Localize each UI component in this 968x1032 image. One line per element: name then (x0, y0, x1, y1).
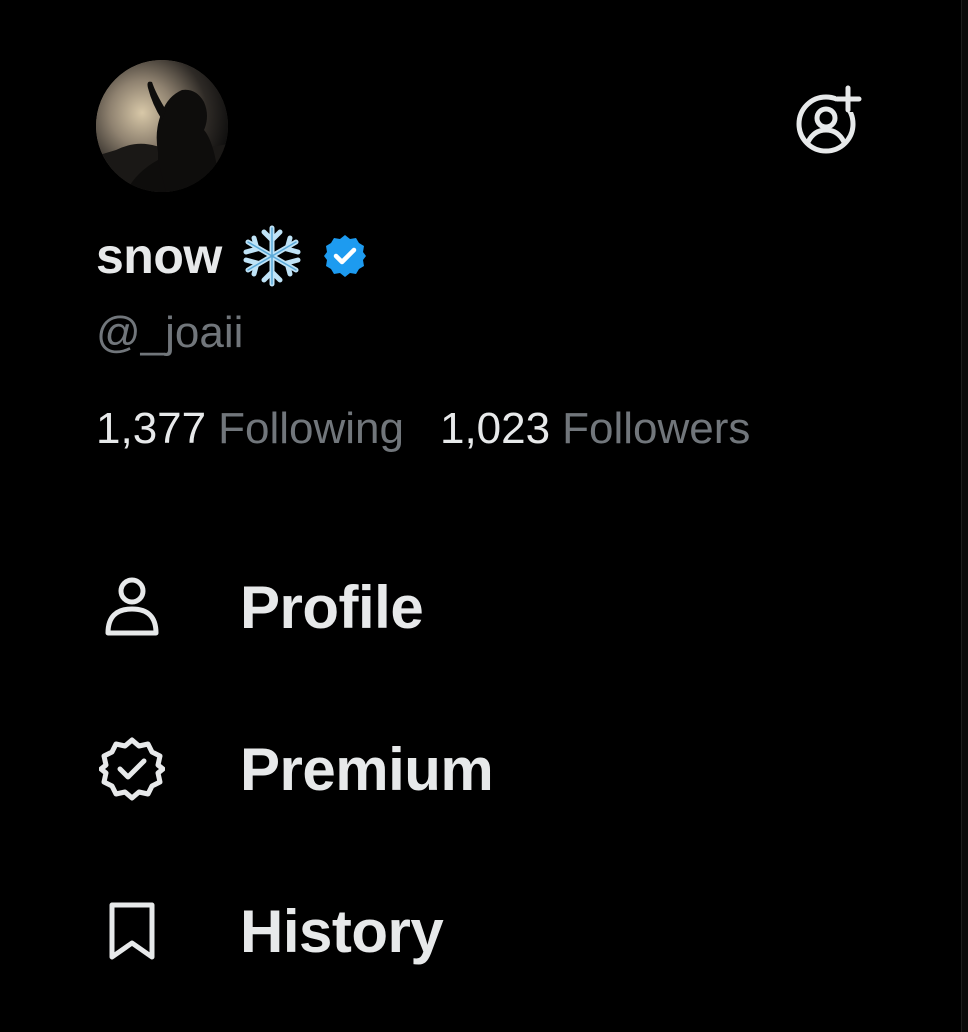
menu-label-history: History (240, 897, 444, 965)
followers-label: Followers (562, 404, 751, 453)
person-icon (96, 571, 168, 643)
following-count: 1,377 (96, 404, 207, 453)
avatar-image (96, 60, 228, 192)
avatar[interactable] (96, 60, 228, 192)
menu-item-history[interactable]: History (96, 886, 856, 976)
account-handle: @_joaii (96, 308, 244, 357)
menu-item-profile[interactable]: Profile (96, 562, 856, 652)
verified-badge-icon (323, 235, 366, 277)
snowflake-icon (243, 225, 301, 287)
bookmark-icon (96, 895, 168, 967)
menu-label-profile: Profile (240, 573, 424, 641)
verified-outline-icon (96, 733, 168, 805)
scroll-edge (961, 0, 968, 1032)
following-link[interactable]: 1,377 Following (96, 404, 404, 454)
add-account-icon (796, 85, 862, 154)
add-account-button[interactable] (792, 84, 864, 156)
menu-label-premium: Premium (240, 735, 494, 803)
followers-link[interactable]: 1,023 Followers (440, 404, 750, 454)
account-name-row: snow (96, 224, 368, 288)
followers-count: 1,023 (439, 404, 551, 453)
display-name: snow (96, 228, 222, 284)
follow-stats: 1,377 Following 1,023 Followers (96, 404, 750, 454)
menu-item-premium[interactable]: Premium (96, 724, 856, 814)
following-label: Following (218, 404, 404, 453)
